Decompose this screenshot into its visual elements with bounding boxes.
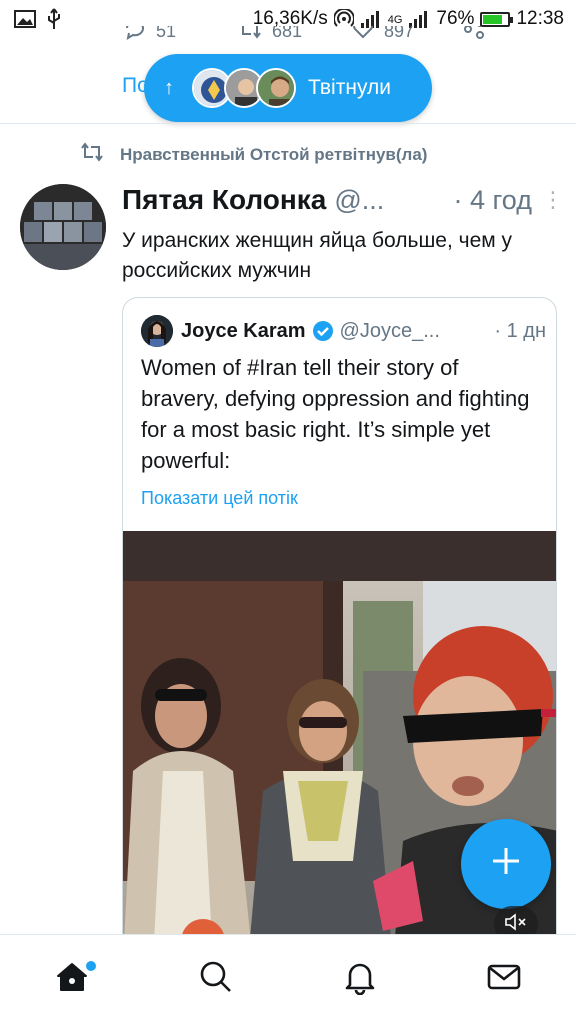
compose-button[interactable]: [461, 819, 551, 909]
mute-icon: [504, 912, 528, 937]
like-count: 897: [384, 26, 415, 41]
tweet-header: Пятая Колонка @... · 4 год ⋮: [122, 180, 564, 220]
nav-search[interactable]: [176, 945, 256, 1015]
quoted-author-handle: @Joyce_...: [339, 319, 440, 342]
battery-icon: [480, 11, 514, 27]
divider: [0, 123, 576, 124]
tweet-time: · 4 год: [453, 184, 532, 215]
reply-action[interactable]: 51: [124, 26, 176, 45]
show-thread-link[interactable]: Показати цей потік: [141, 488, 298, 509]
retweeted-by-label: Нравственный Отстой ретвітнув(ла): [120, 144, 428, 164]
new-tweets-pill[interactable]: ↑ Твітнули: [144, 54, 432, 122]
more-icon[interactable]: ⋮: [542, 187, 564, 213]
nav-messages[interactable]: [464, 945, 544, 1015]
avatar: [256, 68, 296, 108]
pill-label: Твітнули: [308, 76, 391, 99]
reply-icon: [124, 26, 146, 45]
avatar: [141, 315, 173, 347]
arrow-up-icon: ↑: [164, 76, 174, 99]
author-handle[interactable]: @...: [334, 185, 384, 216]
quoted-tweet-text: Women of #Iran tell their story of brave…: [141, 355, 530, 473]
avatar[interactable]: [20, 184, 106, 270]
reply-count: 51: [156, 26, 177, 41]
tweet-text: У иранских женщин яйца больше, чем у рос…: [122, 229, 513, 282]
retweet-action[interactable]: 681: [238, 26, 302, 45]
retweet-icon: [238, 26, 262, 45]
bell-icon: [342, 959, 378, 1000]
share-icon: [462, 26, 486, 45]
nav-notifications[interactable]: [320, 945, 400, 1015]
like-action[interactable]: 897: [352, 26, 414, 45]
quoted-author-name: Joyce Karam: [181, 319, 306, 342]
quoted-tweet-header: Joyce Karam @Joyce_... · 1 дн: [141, 314, 546, 348]
heart-icon: [352, 26, 374, 45]
pill-avatars: [192, 68, 296, 108]
retweet-context[interactable]: Нравственный Отстой ретвітнув(ла): [80, 142, 427, 167]
previous-tweet-actions: 51 681 897: [0, 26, 576, 50]
quoted-tweet-time: · 1 дн: [494, 319, 546, 342]
verified-icon: [312, 320, 334, 342]
compose-icon: [489, 839, 523, 889]
mail-icon: [486, 959, 522, 1000]
bottom-nav: [0, 934, 576, 1024]
author-name[interactable]: Пятая Колонка: [122, 184, 326, 216]
nav-home[interactable]: [32, 945, 112, 1015]
notification-dot: [86, 960, 96, 971]
network-type: 4G: [387, 14, 403, 26]
share-action[interactable]: [462, 26, 486, 45]
retweet-icon: [80, 142, 104, 167]
search-icon: [198, 959, 234, 1000]
home-icon: [54, 959, 90, 1000]
retweet-count: 681: [272, 26, 303, 41]
